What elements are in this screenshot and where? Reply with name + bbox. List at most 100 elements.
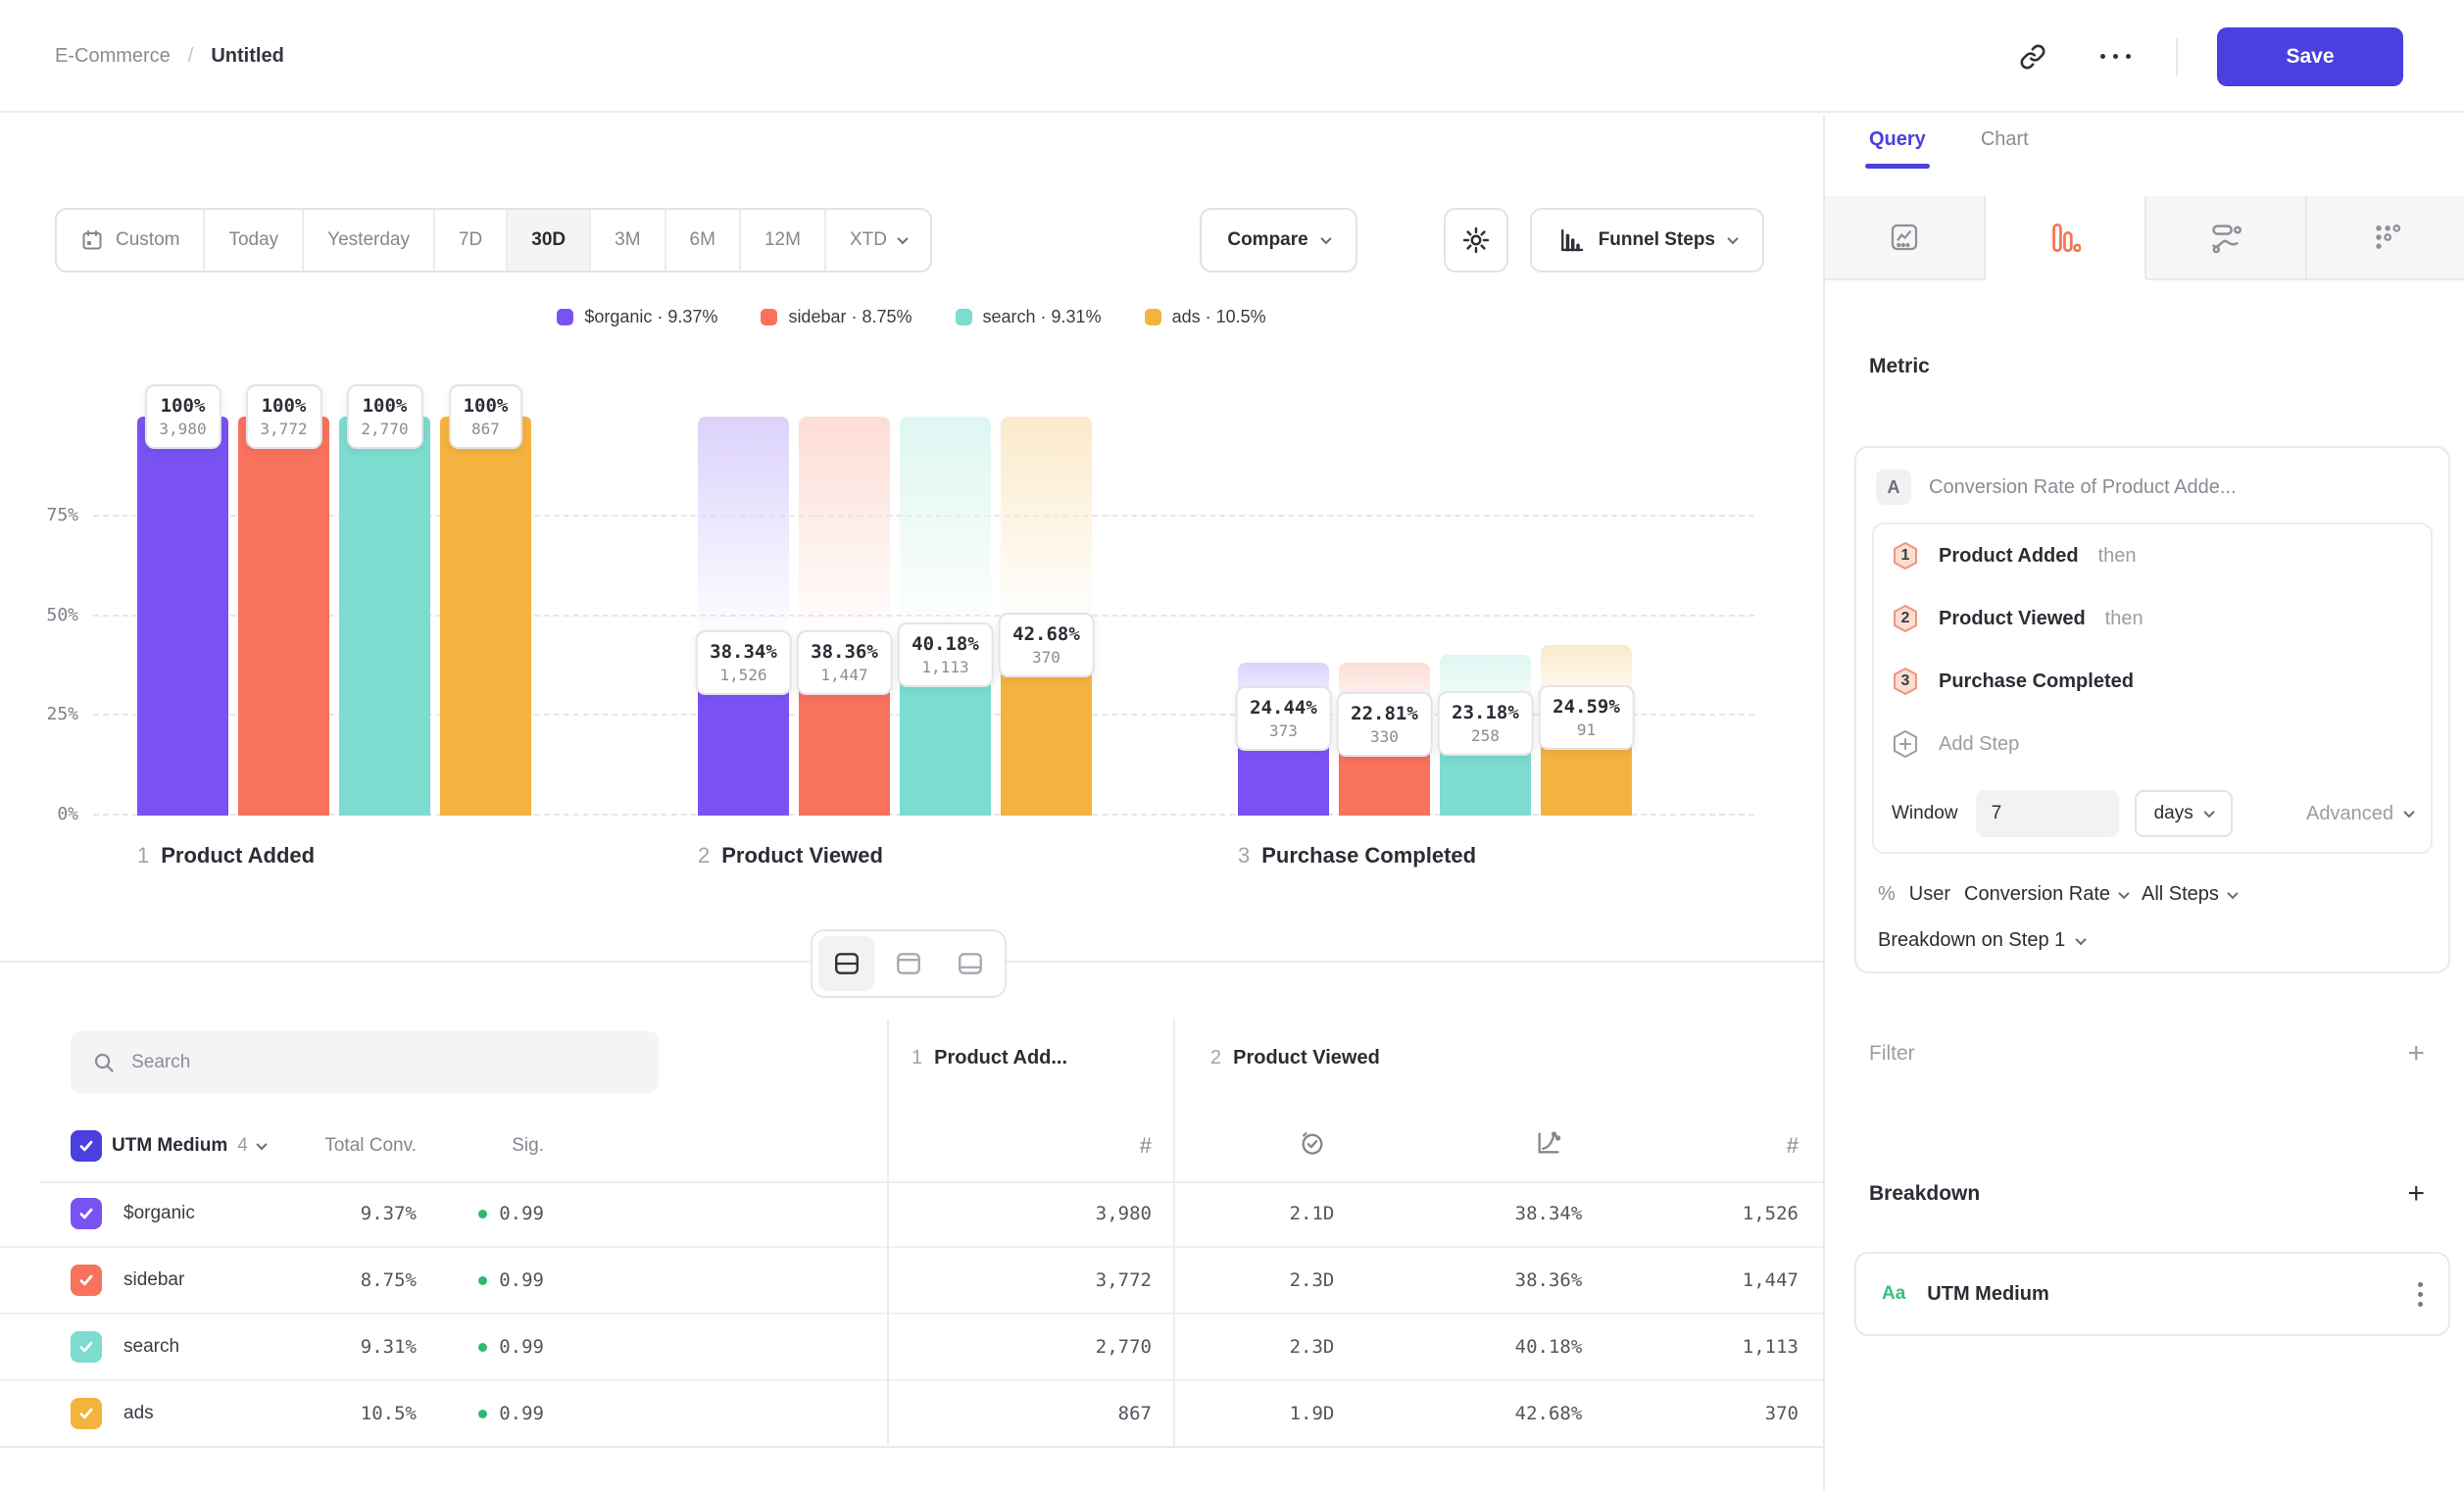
view-toggle-split[interactable] xyxy=(818,936,874,991)
chevron-down-icon[interactable] xyxy=(256,1138,267,1149)
funnel-bar-search-step1[interactable]: 100%2,770 xyxy=(339,417,430,816)
more-options-icon[interactable] xyxy=(2094,35,2137,78)
bar-pct-label: 100% xyxy=(159,393,206,419)
tab-query[interactable]: Query xyxy=(1869,128,1926,169)
legend-item-ads[interactable]: ads · 10.5% xyxy=(1145,307,1266,327)
table-row-ads: ads10.5%0.998671.9D42.68%370 xyxy=(0,1381,1823,1448)
y-tick-label: 25% xyxy=(0,704,78,724)
view-toggle-table-only[interactable] xyxy=(943,936,999,991)
filter-heading: Filter xyxy=(1869,1042,1915,1066)
row-checkbox[interactable] xyxy=(71,1198,102,1229)
funnel-plot: 100%3,980100%3,772100%2,770100%867 38.34%… xyxy=(93,417,1754,816)
chart-settings-button[interactable] xyxy=(1444,208,1508,273)
kebab-menu-icon[interactable] xyxy=(2418,1282,2423,1307)
metric-step-2[interactable]: 2Product Viewedthen xyxy=(1874,587,2431,650)
breakdown-property-card[interactable]: Aa UTM Medium xyxy=(1854,1252,2450,1336)
y-axis: 75%50%25%0% xyxy=(0,377,83,872)
funnel-chart: 75%50%25%0% 100%3,980100%3,772100%2,7701… xyxy=(0,377,1823,872)
funnel-bar-organic-step3[interactable]: 24.44%373 xyxy=(1238,417,1329,816)
row-name[interactable]: sidebar xyxy=(123,1269,184,1291)
date-range-today[interactable]: Today xyxy=(203,210,302,271)
row-checkbox[interactable] xyxy=(71,1398,102,1429)
advanced-toggle[interactable]: Advanced xyxy=(2306,803,2413,825)
funnel-bar-ads-step2[interactable]: 42.68%370 xyxy=(1001,417,1092,816)
funnel-bar-search-step2[interactable]: 40.18%1,113 xyxy=(900,417,991,816)
main-panel: CustomToday Yesterday 7D30D3M 6M 12MXTD Comp… xyxy=(0,115,1823,1490)
funnel-bar-sidebar-step1[interactable]: 100%3,772 xyxy=(238,417,329,816)
metric-step-3[interactable]: 3Purchase Completed xyxy=(1874,650,2431,713)
row-total-conv: 8.75% xyxy=(304,1269,417,1291)
tab-segmentation-chart[interactable] xyxy=(1825,196,1986,280)
legend-item-sidebar[interactable]: sidebar · 8.75% xyxy=(761,307,912,327)
group-name[interactable]: UTM Medium xyxy=(112,1135,227,1157)
funnel-bar-search-step3[interactable]: 23.18%258 xyxy=(1440,417,1531,816)
view-toggle-chart-only[interactable] xyxy=(880,936,936,991)
search-icon xyxy=(92,1050,116,1075)
legend-label: $organic · 9.37% xyxy=(584,307,717,327)
measured-metric-dropdown[interactable]: Conversion Rate xyxy=(1964,883,2128,906)
add-filter-button[interactable]: + xyxy=(2407,1039,2425,1068)
legend-swatch xyxy=(956,309,972,325)
date-range-6m[interactable]: 6M xyxy=(665,210,739,271)
window-unit-select[interactable]: days xyxy=(2135,790,2233,837)
query-sidebar: Query Chart xyxy=(1823,115,2464,1490)
row-checkbox[interactable] xyxy=(71,1331,102,1363)
add-breakdown-button[interactable]: + xyxy=(2407,1179,2425,1209)
add-step-button[interactable]: Add Step xyxy=(1874,713,2431,775)
bar-pct-label: 100% xyxy=(464,393,509,419)
compare-button[interactable]: Compare xyxy=(1200,208,1356,273)
save-button[interactable]: Save xyxy=(2217,27,2403,86)
date-range-custom[interactable]: Custom xyxy=(57,210,203,271)
metric-step-1[interactable]: 1Product Addedthen xyxy=(1874,524,2431,587)
significance-value: 0.99 xyxy=(499,1203,544,1224)
funnel-bar-organic-step1[interactable]: 100%3,980 xyxy=(137,417,228,816)
tab-flow-chart[interactable] xyxy=(2146,196,2307,280)
funnel-step-group-2: 38.34%1,52638.36%1,44740.18%1,11342.68%3… xyxy=(698,417,1092,816)
share-link-icon[interactable] xyxy=(2011,35,2054,78)
funnel-bar-sidebar-step2[interactable]: 38.36%1,447 xyxy=(799,417,890,816)
row-avg-time: 2.3D xyxy=(1173,1269,1451,1291)
breakdown-on-dropdown[interactable]: Breakdown on Step 1 xyxy=(1856,906,2448,952)
funnel-bar-organic-step2[interactable]: 38.34%1,526 xyxy=(698,417,789,816)
row-name[interactable]: search xyxy=(123,1336,179,1358)
date-range-yesterday[interactable]: Yesterday xyxy=(302,210,433,271)
funnel-bar-sidebar-step3[interactable]: 22.81%330 xyxy=(1339,417,1430,816)
tab-funnel-chart[interactable] xyxy=(1986,196,2146,280)
row-name[interactable]: $organic xyxy=(123,1203,195,1224)
tab-chart[interactable]: Chart xyxy=(1981,128,2029,169)
row-total-conv: 9.31% xyxy=(304,1336,417,1358)
col-header-total-conv: Total Conv. xyxy=(304,1135,417,1157)
date-range-xtd[interactable]: XTD xyxy=(824,210,930,271)
funnel-bar-ads-step3[interactable]: 24.59%91 xyxy=(1541,417,1632,816)
date-range-label: 6M xyxy=(690,229,715,251)
row-name[interactable]: ads xyxy=(123,1403,154,1424)
tab-paths-chart[interactable] xyxy=(2307,196,2464,280)
date-range-12m[interactable]: 12M xyxy=(739,210,824,271)
row-step1-count: 3,980 xyxy=(887,1203,1152,1224)
count-column-icon: # xyxy=(1787,1133,1799,1158)
breadcrumb-current[interactable]: Untitled xyxy=(211,45,283,68)
conversion-window-row: Window days Advanced xyxy=(1874,775,2431,852)
top-pane-view-icon xyxy=(895,950,922,977)
metric-series-row[interactable]: A Conversion Rate of Product Adde... xyxy=(1856,448,2448,522)
date-range-3m[interactable]: 3M xyxy=(589,210,664,271)
chart-type-button[interactable]: Funnel Steps xyxy=(1530,208,1764,273)
top-actions: Save xyxy=(2011,0,2403,113)
breadcrumb-project[interactable]: E-Commerce xyxy=(55,45,171,68)
legend-item-search[interactable]: search · 9.31% xyxy=(956,307,1102,327)
date-range-30d[interactable]: 30D xyxy=(506,210,589,271)
advanced-label: Advanced xyxy=(2306,803,2393,825)
search-input[interactable] xyxy=(131,1052,637,1073)
date-range-7d[interactable]: 7D xyxy=(433,210,506,271)
measured-scope-dropdown[interactable]: All Steps xyxy=(2142,883,2237,906)
step-name: Purchase Completed xyxy=(1261,843,1476,869)
funnel-bar-ads-step1[interactable]: 100%867 xyxy=(440,417,531,816)
select-all-checkbox[interactable] xyxy=(71,1130,102,1162)
measured-entity[interactable]: User xyxy=(1909,883,1950,906)
window-value-input[interactable] xyxy=(1976,790,2119,837)
row-checkbox[interactable] xyxy=(71,1265,102,1296)
legend-item-organic[interactable]: $organic · 9.37% xyxy=(557,307,717,327)
date-range-label: Yesterday xyxy=(327,229,410,251)
row-significance: 0.99 xyxy=(417,1269,544,1291)
row-significance: 0.99 xyxy=(417,1336,544,1358)
